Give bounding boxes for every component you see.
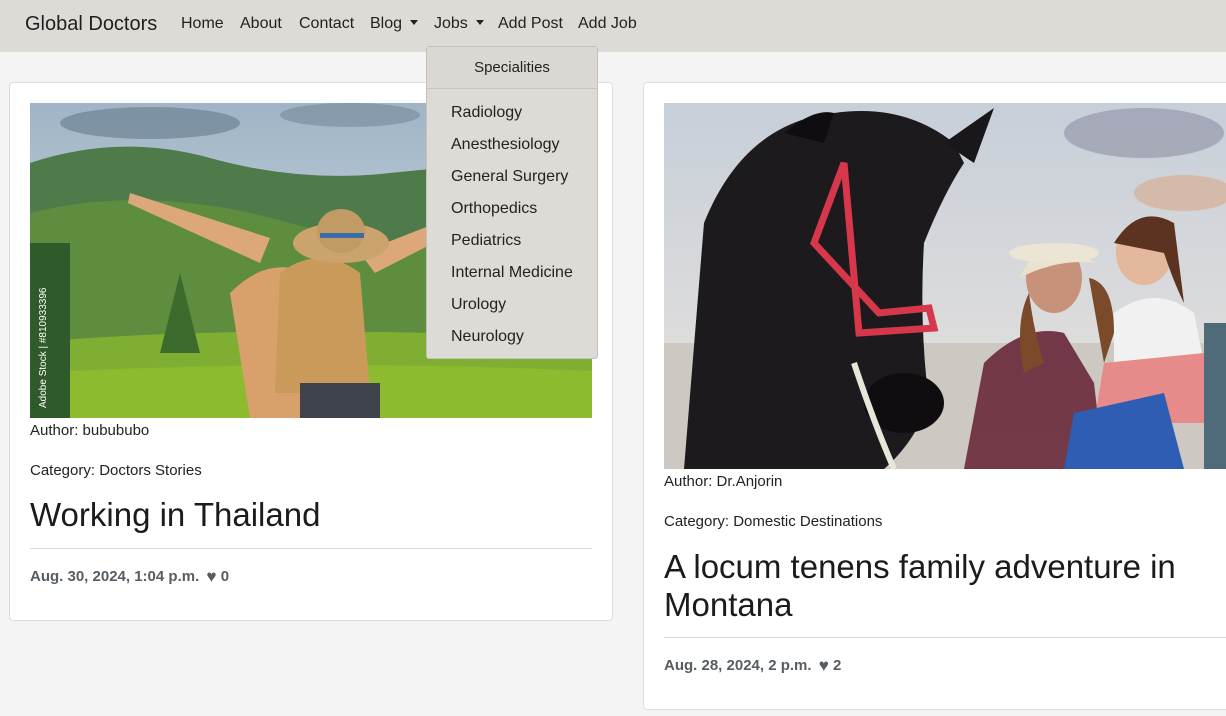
post-title[interactable]: Working in Thailand [30,496,590,534]
post-date: Aug. 30, 2024, 1:04 p.m. [30,568,200,585]
dropdown-item-urology[interactable]: Urology [451,296,506,314]
post-image-montana[interactable] [664,103,1226,469]
post-title[interactable]: A locum tenens family adventure in Monta… [664,548,1224,624]
caret-down-icon [475,20,484,25]
nav-blog-label: Blog [370,15,403,32]
image-watermark: Adobe Stock | #810933396 [38,287,49,408]
post-author: Author: Dr.Anjorin [664,473,783,490]
post-category: Category: Domestic Destinations [664,513,883,530]
dropdown-item-neurology[interactable]: Neurology [451,328,524,346]
dropdown-item-radiology[interactable]: Radiology [451,104,522,122]
jobs-dropdown-menu: Specialities Radiology Anesthesiology Ge… [426,46,598,359]
nav-jobs-label: Jobs [434,15,468,32]
dropdown-item-specialities[interactable]: Specialities [427,47,597,89]
caret-down-icon [410,20,419,25]
dropdown-item-general-surgery[interactable]: General Surgery [451,168,568,186]
dropdown-item-internal-medicine[interactable]: Internal Medicine [451,264,573,282]
nav-blog-dropdown[interactable]: Blog [370,15,419,33]
dropdown-item-pediatrics[interactable]: Pediatrics [451,232,521,250]
post-author: Author: bubububo [30,422,150,439]
nav-add-job[interactable]: Add Job [578,15,637,33]
post-date: Aug. 28, 2024, 2 p.m. [664,657,812,674]
heart-icon[interactable]: ♥ [819,656,829,676]
dropdown-item-orthopedics[interactable]: Orthopedics [451,200,537,218]
nav-jobs-dropdown[interactable]: Jobs [434,15,484,33]
like-count: 2 [833,657,842,674]
post-meta: Aug. 28, 2024, 2 p.m. ♥ 2 [664,656,841,676]
brand-link[interactable]: Global Doctors [25,13,157,36]
dropdown-item-anesthesiology[interactable]: Anesthesiology [451,136,560,154]
nav-contact[interactable]: Contact [299,15,354,33]
post-meta: Aug. 30, 2024, 1:04 p.m. ♥ 0 [30,567,229,587]
post-card: Author: Dr.Anjorin Category: Domestic De… [643,82,1226,710]
like-count: 0 [220,568,230,585]
heart-icon[interactable]: ♥ [206,567,216,587]
divider [30,548,592,549]
post-category: Category: Doctors Stories [30,462,202,479]
montana-photo [664,103,1226,469]
nav-add-post[interactable]: Add Post [498,15,563,33]
nav-about[interactable]: About [240,15,282,33]
nav-home[interactable]: Home [181,15,224,33]
navbar: Global Doctors Home About Contact Blog J… [0,0,1226,52]
divider [664,637,1226,638]
